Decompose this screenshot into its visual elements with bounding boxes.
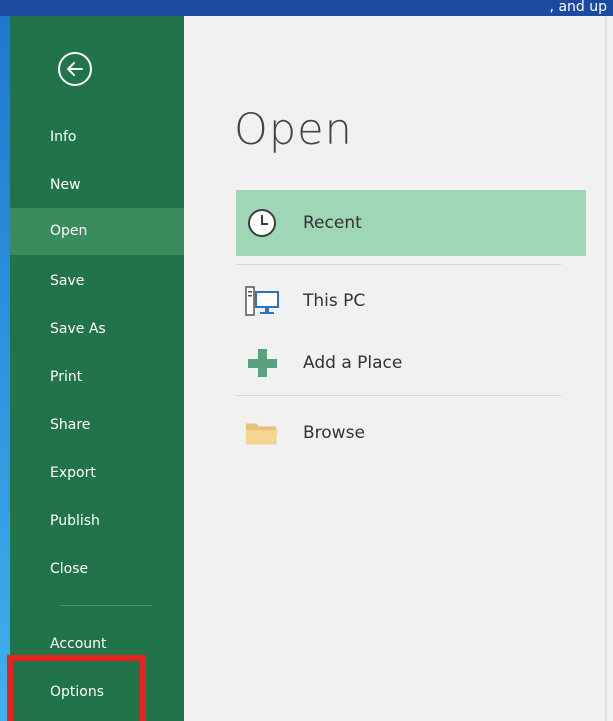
place-recent[interactable]: Recent bbox=[236, 190, 586, 256]
place-label-this-pc: This PC bbox=[303, 291, 366, 311]
place-label-add-place: Add a Place bbox=[303, 353, 403, 373]
place-this-pc[interactable]: This PC bbox=[236, 268, 586, 334]
folder-icon bbox=[244, 415, 280, 451]
pane-divider bbox=[605, 16, 607, 721]
backstage-sidebar: Info New Open Save Save As Print Share E… bbox=[10, 16, 184, 721]
desktop-edge bbox=[0, 16, 10, 721]
places-separator bbox=[236, 395, 561, 396]
nav-item-share[interactable]: Share bbox=[10, 402, 184, 449]
nav-item-save-as[interactable]: Save As bbox=[10, 306, 184, 353]
clock-icon bbox=[244, 205, 280, 241]
back-button[interactable] bbox=[58, 52, 92, 86]
place-add-place[interactable]: Add a Place bbox=[236, 330, 586, 396]
place-browse[interactable]: Browse bbox=[236, 400, 586, 466]
window-title-strip: , and up bbox=[0, 0, 613, 16]
title-strip-text: , and up bbox=[549, 0, 607, 15]
nav-item-close[interactable]: Close bbox=[10, 546, 184, 593]
places-separator bbox=[236, 264, 561, 265]
nav-item-save[interactable]: Save bbox=[10, 258, 184, 305]
computer-icon bbox=[244, 283, 280, 319]
nav-item-new[interactable]: New bbox=[10, 162, 184, 209]
options-highlight-annotation bbox=[7, 655, 146, 721]
page-title: Open bbox=[234, 105, 353, 155]
back-arrow-icon bbox=[67, 62, 83, 76]
plus-icon bbox=[244, 345, 280, 381]
nav-item-publish[interactable]: Publish bbox=[10, 498, 184, 545]
place-label-recent: Recent bbox=[303, 213, 362, 233]
nav-item-info[interactable]: Info bbox=[10, 114, 184, 161]
nav-divider bbox=[60, 605, 152, 606]
place-label-browse: Browse bbox=[303, 423, 365, 443]
nav-item-print[interactable]: Print bbox=[10, 354, 184, 401]
nav-item-export[interactable]: Export bbox=[10, 450, 184, 497]
nav-item-open[interactable]: Open bbox=[10, 208, 184, 255]
